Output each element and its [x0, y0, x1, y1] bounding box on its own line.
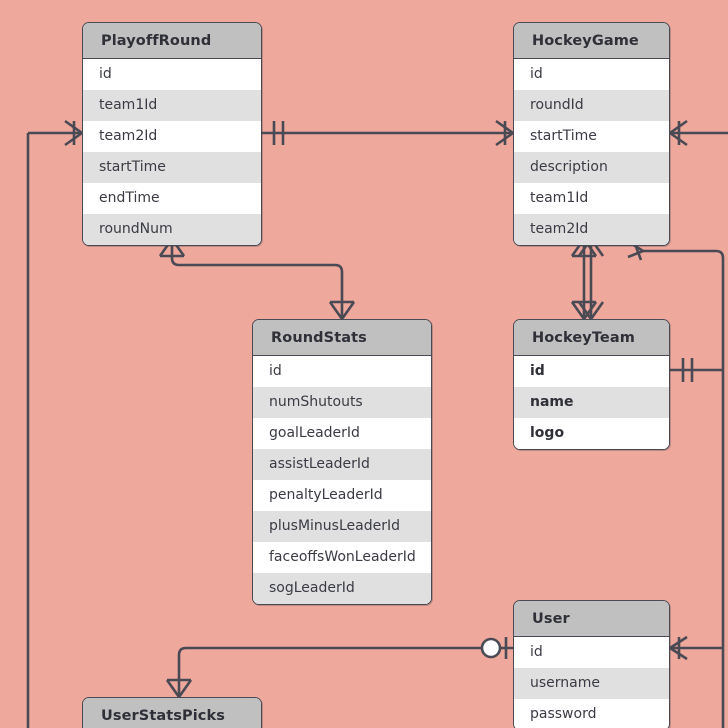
attribute-row[interactable]: id [514, 356, 669, 387]
attribute-row[interactable]: goalLeaderId [253, 418, 431, 449]
attribute-row[interactable]: logo [514, 418, 669, 449]
entity-hockey-team[interactable]: HockeyTeam id name logo [513, 319, 670, 450]
attribute-row[interactable]: password [514, 699, 669, 728]
attribute-row[interactable]: roundId [514, 90, 669, 121]
attribute-row[interactable]: startTime [514, 121, 669, 152]
entity-playoff-round[interactable]: PlayoffRound id team1Id team2Id startTime end… [82, 22, 262, 246]
attribute-row[interactable]: faceoffsWonLeaderId [253, 542, 431, 573]
entity-user-stats-picks[interactable]: UserStatsPicks [82, 697, 262, 728]
attribute-row[interactable]: penaltyLeaderId [253, 480, 431, 511]
attribute-row[interactable]: team2Id [514, 214, 669, 245]
attribute-row[interactable]: team1Id [514, 183, 669, 214]
entity-user[interactable]: User id username password [513, 600, 670, 728]
attribute-row[interactable]: roundNum [83, 214, 261, 245]
connector-external-playoffround [28, 119, 83, 147]
connector-user-right-bus [669, 635, 723, 661]
connector-hockeygame-external-right [669, 119, 728, 147]
attribute-row[interactable]: endTime [83, 183, 261, 214]
attribute-row[interactable]: team2Id [83, 121, 261, 152]
attribute-row[interactable]: name [514, 387, 669, 418]
attribute-row[interactable]: username [514, 668, 669, 699]
entity-title-user-stats-picks: UserStatsPicks [83, 698, 261, 728]
entity-title-playoff-round: PlayoffRound [83, 23, 261, 59]
entity-hockey-game[interactable]: HockeyGame id roundId startTime description t… [513, 22, 670, 246]
entity-round-stats[interactable]: RoundStats id numShutouts goalLeaderId assis… [252, 319, 432, 605]
connector-playoffround-roundstats [158, 238, 356, 320]
connector-playoffround-hockeygame [262, 119, 514, 147]
attribute-row[interactable]: numShutouts [253, 387, 431, 418]
attribute-row[interactable]: description [514, 152, 669, 183]
attribute-row[interactable]: team1Id [83, 90, 261, 121]
connector-hockeygame-hockeyteam-team2 [577, 238, 605, 320]
connector-user-userstatspicks [165, 637, 513, 698]
attribute-row[interactable]: id [514, 59, 669, 90]
connector-hockeyteam-right-bus [670, 358, 723, 382]
entity-title-hockey-team: HockeyTeam [514, 320, 669, 356]
attribute-row[interactable]: startTime [83, 152, 261, 183]
entity-title-hockey-game: HockeyGame [514, 23, 669, 59]
attribute-row[interactable]: assistLeaderId [253, 449, 431, 480]
entity-title-round-stats: RoundStats [253, 320, 431, 356]
attribute-row[interactable]: sogLeaderId [253, 573, 431, 604]
attribute-row[interactable]: id [83, 59, 261, 90]
connector-hockeygame-hockeyteam-team1 [570, 238, 598, 320]
er-diagram-canvas: PlayoffRound id team1Id team2Id startTime end… [0, 0, 728, 728]
attribute-row[interactable]: plusMinusLeaderId [253, 511, 431, 542]
attribute-row[interactable]: id [253, 356, 431, 387]
entity-title-user: User [514, 601, 669, 637]
attribute-row[interactable]: id [514, 637, 669, 668]
